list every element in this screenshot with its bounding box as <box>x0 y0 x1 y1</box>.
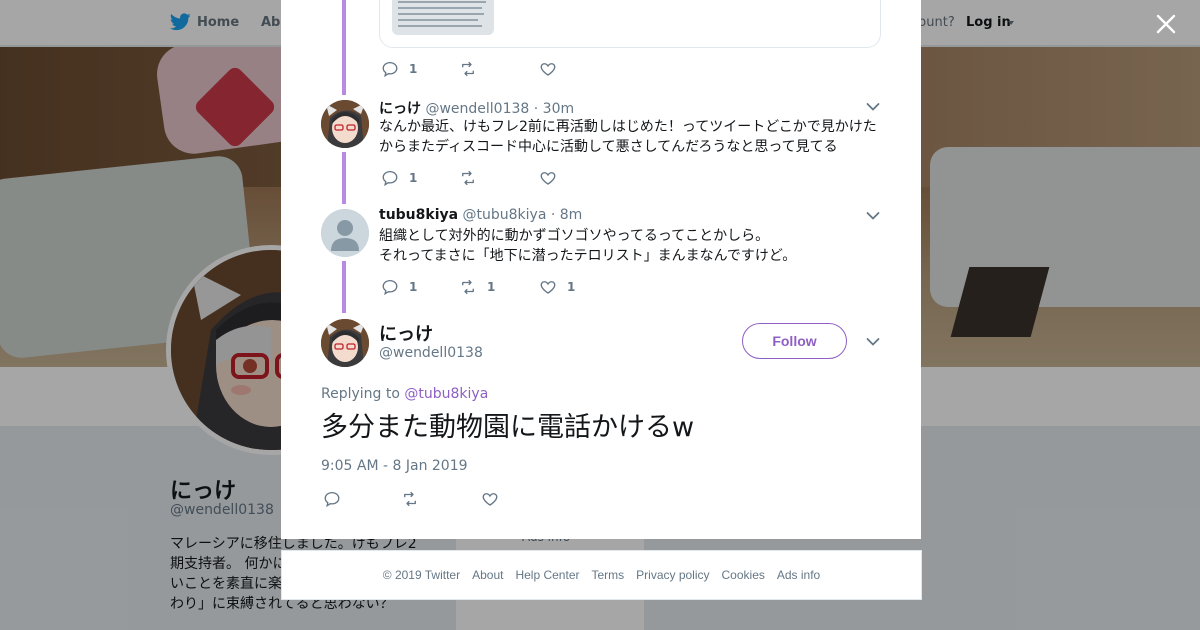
thread-line <box>342 261 346 313</box>
retweet-icon <box>462 61 474 77</box>
reply-icon <box>382 279 398 296</box>
follow-button[interactable]: Follow <box>742 323 847 359</box>
main-tweet-author-handle[interactable]: @wendell0138 <box>379 345 483 361</box>
like-button[interactable] <box>481 489 499 509</box>
author-name[interactable]: tubu8kiya <box>379 207 458 223</box>
thread-line <box>342 152 346 204</box>
heart-icon <box>540 172 556 185</box>
tweet-header: tubu8kiya @tubu8kiya · 8m <box>379 207 582 223</box>
main-tweet-text: 多分また動物園に電話かけるw <box>321 412 695 443</box>
footer-link-help-center[interactable]: Help Center <box>515 568 579 582</box>
author-handle[interactable]: @tubu8kiya <box>463 207 547 223</box>
chevron-down-icon[interactable] <box>866 337 880 347</box>
reply-button[interactable] <box>323 489 341 509</box>
tweet-actions: 1 <box>381 168 601 188</box>
like-button[interactable] <box>539 59 567 79</box>
footer-link-terms[interactable]: Terms <box>591 568 624 582</box>
tweet-text: なんか最近、けもフレ2前に再活動しはじめた！ってツイートどこかで見かけた からま… <box>379 119 877 155</box>
chevron-down-icon[interactable] <box>866 211 880 221</box>
tweet-text: 組織として対外的に動かずゴソゴソやってるってことかしら。 それってまさに「地下に… <box>379 228 797 264</box>
retweet-icon <box>462 170 474 186</box>
close-icon[interactable] <box>1155 13 1177 35</box>
retweet-button[interactable] <box>401 489 419 509</box>
author-name[interactable]: にっけ <box>379 101 421 117</box>
retweet-icon <box>462 279 474 295</box>
footer-link-about[interactable]: About <box>472 568 503 582</box>
reply-button[interactable]: 1 <box>381 59 417 79</box>
footer-link-cookies[interactable]: Cookies <box>722 568 765 582</box>
footer-link-ads-info[interactable]: Ads info <box>777 568 820 582</box>
reply-icon <box>382 61 398 78</box>
reply-icon <box>382 170 398 187</box>
tweet-time[interactable]: · 8m <box>551 207 582 223</box>
chevron-down-icon[interactable] <box>866 102 880 112</box>
avatar[interactable] <box>321 319 369 367</box>
footer-link-privacy[interactable]: Privacy policy <box>636 568 709 582</box>
retweet-icon <box>404 491 416 507</box>
thread-line <box>342 0 346 95</box>
retweet-button[interactable] <box>459 168 487 188</box>
reply-button[interactable]: 1 <box>381 168 417 188</box>
tweet-time[interactable]: · 30m <box>534 101 574 117</box>
main-tweet-actions <box>323 489 543 509</box>
reply-button[interactable]: 1 <box>381 277 417 297</box>
heart-icon <box>540 63 556 76</box>
modal-footer: © 2019 Twitter About Help Center Terms P… <box>281 550 922 600</box>
retweet-button[interactable]: 1 <box>459 277 495 297</box>
media-thumbnail[interactable] <box>392 0 494 35</box>
tweet-permalink-modal: 1 にっけ @wendell0138 · 30m なんか最近、けもフレ2前に再活… <box>281 0 921 539</box>
avatar-character-icon <box>321 100 369 148</box>
like-button[interactable]: 1 <box>539 277 575 297</box>
default-profile-icon <box>321 209 369 257</box>
author-handle[interactable]: @wendell0138 <box>425 101 529 117</box>
reply-icon <box>324 491 340 508</box>
media-card[interactable] <box>379 0 881 48</box>
like-button[interactable] <box>539 168 567 188</box>
tweet-header: にっけ @wendell0138 · 30m <box>379 98 574 118</box>
avatar-character-icon <box>321 319 369 367</box>
tweet-actions: 1 1 1 <box>381 277 601 297</box>
heart-icon <box>540 281 556 294</box>
main-tweet-timestamp[interactable]: 9:05 AM - 8 Jan 2019 <box>321 458 468 474</box>
replying-to: Replying to @tubu8kiya <box>321 386 489 402</box>
footer-copyright: © 2019 Twitter <box>382 568 461 582</box>
tweet-actions: 1 <box>381 59 601 79</box>
avatar[interactable] <box>321 209 369 257</box>
main-tweet-author-name[interactable]: にっけ <box>379 320 433 346</box>
mention-link[interactable]: @tubu8kiya <box>404 386 488 402</box>
avatar[interactable] <box>321 100 369 148</box>
retweet-button[interactable] <box>459 59 487 79</box>
heart-icon <box>482 493 498 506</box>
